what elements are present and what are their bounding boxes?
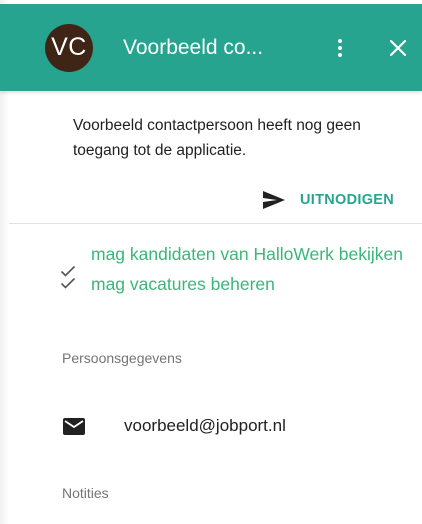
email-value: voorbeeld@jobport.nl	[124, 416, 286, 435]
contact-panel: VC Voorbeeld co... Voorbeeld contactpers…	[0, 0, 422, 524]
email-row: voorbeeld@jobport.nl	[62, 416, 286, 436]
permission-item: mag vacatures beheren	[60, 271, 410, 298]
permission-list: mag kandidaten van HalloWerk bekijken ma…	[60, 241, 410, 301]
section-divider	[9, 223, 422, 224]
permission-label: mag kandidaten van HalloWerk bekijken	[91, 244, 403, 264]
contact-title: Voorbeeld co...	[123, 35, 264, 59]
notes-heading: Notities	[62, 485, 109, 501]
mail-icon	[63, 417, 85, 435]
permission-label: mag vacatures beheren	[91, 274, 275, 294]
panel-header: VC Voorbeeld co...	[0, 4, 422, 91]
permission-item: mag kandidaten van HalloWerk bekijken	[60, 241, 410, 277]
invite-button-label: UITNODIGEN	[300, 192, 395, 208]
more-vert-icon[interactable]	[328, 32, 352, 64]
send-icon	[263, 191, 285, 209]
invite-message: Voorbeeld contactpersoon heeft nog geen …	[73, 117, 361, 159]
close-icon[interactable]	[386, 36, 410, 60]
invite-section: Voorbeeld contactpersoon heeft nog geen …	[0, 91, 422, 223]
check-icon	[60, 277, 76, 289]
invite-button[interactable]: UITNODIGEN	[262, 189, 394, 211]
avatar: VC	[45, 23, 93, 72]
personal-data-heading: Persoonsgegevens	[62, 350, 182, 366]
